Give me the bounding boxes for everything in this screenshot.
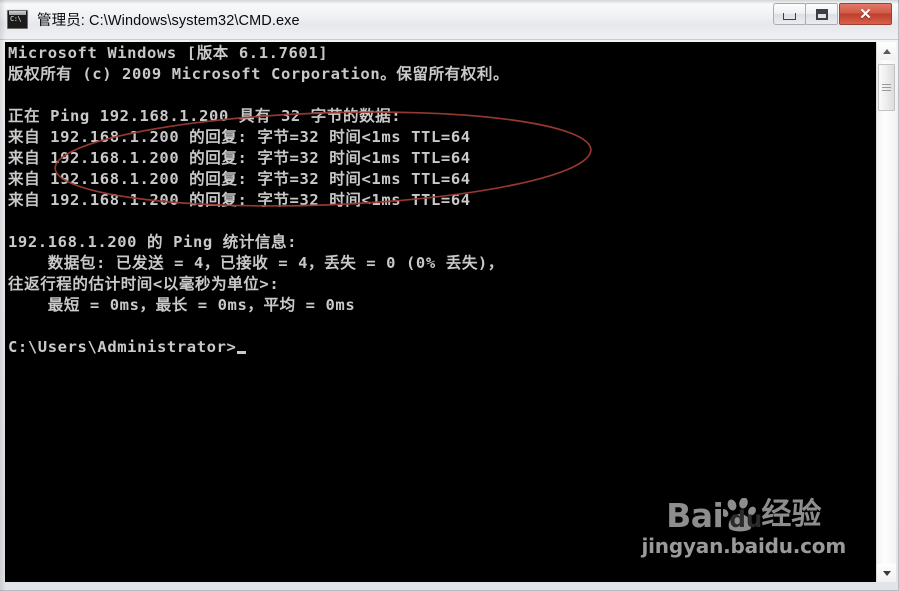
minimize-icon	[783, 12, 796, 20]
maximize-icon	[815, 8, 828, 20]
console-surface[interactable]: Microsoft Windows [版本 6.1.7601] 版权所有 (c)…	[5, 42, 890, 582]
close-icon: ✕	[859, 5, 872, 23]
console-line-3: 正在 Ping 192.168.1.200 具有 32 字节的数据:	[8, 107, 402, 125]
titlebar-left-group: 管理员: C:\Windows\system32\CMD.exe	[7, 7, 300, 31]
close-button[interactable]: ✕	[839, 3, 892, 25]
watermark-du-text: du	[729, 507, 763, 533]
scroll-up-button[interactable]	[877, 42, 896, 60]
console-line-5: 来自 192.168.1.200 的回复: 字节=32 时间<1ms TTL=6…	[8, 149, 471, 167]
watermark-url: jingyan.baidu.com	[641, 534, 847, 558]
console-line-4: 来自 192.168.1.200 的回复: 字节=32 时间<1ms TTL=6…	[8, 128, 471, 146]
watermark-bai-text: Bai	[666, 495, 724, 535]
watermark-logo-row: Bai du 经验	[642, 497, 847, 533]
maximize-button[interactable]	[805, 3, 838, 25]
console-line-12: 最短 = 0ms，最长 = 0ms，平均 = 0ms	[8, 296, 356, 314]
console-line-1: 版权所有 (c) 2009 Microsoft Corporation。保留所有…	[8, 65, 510, 83]
baidu-watermark: Bai du 经验 jingyan.baidu.com	[641, 497, 847, 558]
baidu-paw-icon: du	[721, 497, 762, 532]
console-prompt-line: C:\Users\Administrator>	[8, 338, 237, 356]
console-line-6: 来自 192.168.1.200 的回复: 字节=32 时间<1ms TTL=6…	[8, 170, 471, 188]
minimize-button[interactable]	[773, 3, 806, 25]
console-vertical-scrollbar[interactable]	[876, 42, 896, 582]
window-titlebar[interactable]: 管理员: C:\Windows\system32\CMD.exe ✕	[0, 0, 898, 40]
cmd-icon	[7, 9, 28, 29]
scroll-down-button[interactable]	[877, 564, 896, 582]
console-output: Microsoft Windows [版本 6.1.7601] 版权所有 (c)…	[8, 43, 509, 358]
text-cursor	[237, 351, 247, 354]
scrollbar-thumb[interactable]	[878, 64, 895, 111]
window-title: 管理员: C:\Windows\system32\CMD.exe	[37, 12, 300, 29]
console-line-11: 往返行程的估计时间<以毫秒为单位>:	[8, 275, 280, 293]
scrollbar-grip-icon	[882, 82, 891, 93]
screenshot-root: 管理员: C:\Windows\system32\CMD.exe ✕ Micro…	[0, 0, 899, 591]
console-line-9: 192.168.1.200 的 Ping 统计信息:	[8, 233, 298, 251]
console-line-0: Microsoft Windows [版本 6.1.7601]	[8, 44, 329, 62]
console-line-10: 数据包: 已发送 = 4，已接收 = 4，丢失 = 0 (0% 丢失)，	[8, 254, 504, 272]
window-controls: ✕	[773, 3, 892, 29]
console-line-7: 来自 192.168.1.200 的回复: 字节=32 时间<1ms TTL=6…	[8, 191, 471, 209]
watermark-jingyan-text: 经验	[761, 498, 822, 531]
chevron-down-icon	[882, 570, 891, 576]
cmd-window: 管理员: C:\Windows\system32\CMD.exe ✕ Micro…	[0, 0, 899, 591]
chevron-up-icon	[882, 48, 891, 54]
